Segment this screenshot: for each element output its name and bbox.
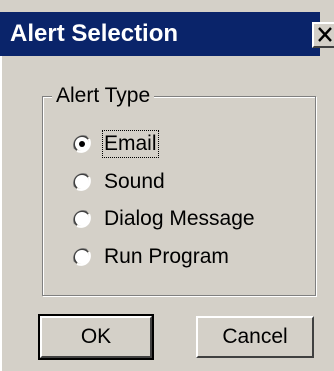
close-icon (318, 27, 332, 42)
radio-option-run-program[interactable]: Run Program (72, 244, 229, 270)
radio-option-email[interactable]: Email (72, 130, 159, 158)
radio-label: Email (102, 130, 159, 158)
title-bar[interactable]: Alert Selection (0, 12, 320, 56)
window-edge (0, 56, 2, 371)
ok-button[interactable]: OK (38, 314, 154, 360)
alert-selection-dialog: Alert Selection Alert Type Email Sound D… (0, 0, 334, 371)
radio-option-dialog-message[interactable]: Dialog Message (72, 206, 255, 232)
radio-label: Dialog Message (104, 207, 255, 230)
radio-button-icon[interactable] (72, 209, 92, 229)
radio-button-icon[interactable] (72, 172, 92, 192)
close-button[interactable] (312, 22, 334, 48)
radio-label: Run Program (104, 245, 229, 268)
radio-label: Sound (104, 170, 165, 193)
window-title: Alert Selection (10, 20, 179, 47)
radio-button-icon[interactable] (72, 247, 92, 267)
cancel-button[interactable]: Cancel (196, 316, 314, 358)
radio-option-sound[interactable]: Sound (72, 169, 165, 195)
alert-type-legend: Alert Type (52, 84, 155, 108)
radio-button-selected-icon[interactable] (72, 134, 92, 154)
